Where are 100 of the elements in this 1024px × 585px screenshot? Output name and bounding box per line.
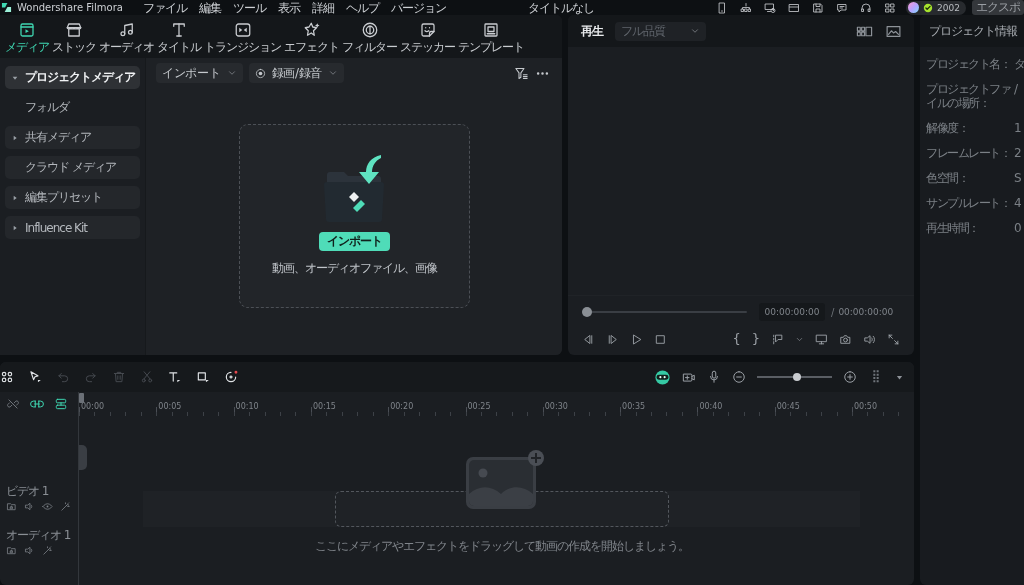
headset-icon[interactable] bbox=[860, 1, 873, 14]
media-tab[interactable]: メディア bbox=[4, 17, 50, 58]
record-dropdown[interactable]: 録画/録音 bbox=[248, 63, 345, 83]
menu-item[interactable]: ヘルプ bbox=[345, 0, 379, 15]
play-icon[interactable] bbox=[630, 332, 643, 346]
robot-face-icon[interactable] bbox=[654, 368, 671, 386]
track-stack-icon[interactable] bbox=[54, 397, 68, 411]
menu-item[interactable]: 表示 bbox=[277, 0, 300, 15]
media-tab[interactable]: エフェクト bbox=[283, 17, 340, 58]
filter-icon[interactable] bbox=[514, 65, 529, 81]
marker-icon[interactable] bbox=[771, 332, 784, 346]
volume-icon[interactable] bbox=[863, 332, 876, 346]
pointer-icon[interactable] bbox=[28, 370, 42, 384]
media-drop-zone[interactable]: インポート 動画、オーディオファイル、画像 bbox=[238, 124, 470, 308]
menu-item[interactable]: ツール bbox=[232, 0, 266, 15]
stop-icon[interactable] bbox=[654, 332, 667, 346]
window-icon[interactable] bbox=[788, 1, 801, 14]
camera-icon[interactable] bbox=[839, 332, 852, 346]
playback-slider[interactable] bbox=[582, 307, 747, 317]
microphone-icon[interactable] bbox=[707, 370, 721, 384]
mark-in-button[interactable]: { bbox=[732, 331, 741, 347]
media-tab[interactable]: タイトル bbox=[156, 17, 202, 58]
zoom-in-icon[interactable] bbox=[843, 370, 857, 384]
menu-item[interactable]: 編集 bbox=[198, 0, 221, 15]
menu-item[interactable]: ファイル bbox=[142, 0, 187, 15]
wand-icon[interactable] bbox=[42, 545, 53, 556]
sidebar-item[interactable]: 編集プリセット bbox=[5, 186, 140, 209]
timecode-separator: / bbox=[831, 306, 835, 318]
chevron-down-icon bbox=[226, 68, 237, 78]
chevron-down-icon bbox=[690, 26, 700, 36]
info-value: / bbox=[1014, 82, 1017, 96]
speaker-icon[interactable] bbox=[24, 545, 35, 556]
ruler-label: 00:15 bbox=[312, 402, 336, 411]
media-tab[interactable]: オーディオ bbox=[98, 17, 155, 58]
save-icon[interactable] bbox=[812, 1, 825, 14]
track-label: オーディオ 1 bbox=[6, 528, 72, 542]
zoom-slider[interactable] bbox=[757, 373, 832, 381]
ruler-label: 00:20 bbox=[390, 402, 414, 411]
video-add-icon[interactable] bbox=[682, 370, 696, 384]
unlink-icon[interactable] bbox=[6, 397, 20, 411]
music-note-icon bbox=[117, 21, 136, 39]
zoom-handle[interactable] bbox=[792, 373, 801, 381]
network-icon[interactable] bbox=[740, 1, 753, 14]
monitor-icon[interactable] bbox=[815, 332, 828, 346]
info-label: 色空間： bbox=[926, 171, 968, 185]
previous-frame-icon[interactable] bbox=[582, 332, 595, 346]
sidebar-item[interactable]: フォルダ bbox=[5, 96, 140, 119]
media-tab[interactable]: テンプレート bbox=[457, 17, 525, 58]
ruler-label: 00:50 bbox=[853, 402, 878, 411]
avatar-icon bbox=[908, 2, 920, 13]
info-label: プロジェクトファイルの場所： bbox=[926, 82, 1012, 110]
zoom-out-icon[interactable] bbox=[732, 370, 746, 384]
timecode-field[interactable]: 00:00:00:00 bbox=[759, 303, 825, 321]
text-tool-icon[interactable] bbox=[168, 370, 182, 384]
grid-icon[interactable] bbox=[884, 1, 897, 14]
sidebar-item[interactable]: 共有メディア bbox=[5, 126, 140, 149]
import-dropdown[interactable]: インポート bbox=[156, 63, 243, 83]
info-value: S bbox=[1014, 171, 1021, 185]
speaker-icon[interactable] bbox=[24, 501, 35, 512]
transition-icon bbox=[233, 21, 252, 39]
sidebar-item[interactable]: クラウド メディア bbox=[5, 156, 140, 179]
media-tab[interactable]: ストック bbox=[51, 17, 97, 58]
sidebar-item[interactable]: プロジェクトメディア bbox=[5, 66, 140, 89]
folder-lock-icon[interactable] bbox=[6, 501, 17, 512]
monitor-clock-icon[interactable] bbox=[764, 1, 777, 14]
info-value: 2 bbox=[1014, 146, 1021, 160]
folder-lock-icon[interactable] bbox=[6, 545, 17, 556]
ruler-label: 00:25 bbox=[467, 402, 491, 411]
info-label: サンプルレート： bbox=[926, 196, 1010, 210]
credits-count: 2002 bbox=[937, 1, 960, 15]
menu-item[interactable]: 詳細 bbox=[311, 0, 334, 15]
credits-pill[interactable]: 2002 bbox=[906, 0, 966, 15]
apps-grid-icon[interactable] bbox=[0, 370, 14, 384]
storefront-icon bbox=[65, 21, 83, 39]
message-icon[interactable] bbox=[836, 1, 849, 14]
rectangle-tool-icon[interactable] bbox=[196, 370, 210, 384]
mark-out-button[interactable]: } bbox=[751, 331, 760, 347]
export-button[interactable]: エクスポ bbox=[972, 0, 1024, 15]
document-title: タイトルなし bbox=[528, 0, 594, 15]
timeline-hint: ここにメディアやエフェクトをドラッグして動画の作成を開始しましょう。 bbox=[314, 538, 689, 555]
media-tab[interactable]: フィルター bbox=[341, 17, 398, 58]
import-button[interactable]: インポート bbox=[318, 232, 390, 251]
ruler-label: 00:05 bbox=[158, 402, 182, 411]
link-icon[interactable] bbox=[30, 397, 44, 411]
app-logo-icon bbox=[1, 2, 12, 13]
collapse-handle[interactable] bbox=[79, 445, 87, 470]
info-label: 解像度： bbox=[926, 121, 968, 135]
record-icon bbox=[254, 67, 266, 79]
fullscreen-icon[interactable] bbox=[887, 332, 900, 346]
media-tab[interactable]: トランジション bbox=[203, 17, 282, 58]
sparkle-circle-icon[interactable] bbox=[224, 370, 238, 384]
next-frame-icon[interactable] bbox=[606, 332, 619, 346]
ruler-label: 00:00 bbox=[81, 402, 105, 411]
wand-icon[interactable] bbox=[60, 501, 71, 512]
sidebar-item[interactable]: Influence Kit bbox=[5, 216, 140, 239]
playhead-handle[interactable] bbox=[582, 307, 592, 317]
media-tab[interactable]: ステッカー bbox=[399, 17, 456, 58]
info-label: 再生時間： bbox=[926, 221, 979, 235]
menu-item[interactable]: バージョン bbox=[390, 0, 446, 15]
info-value: 0 bbox=[1014, 221, 1021, 235]
